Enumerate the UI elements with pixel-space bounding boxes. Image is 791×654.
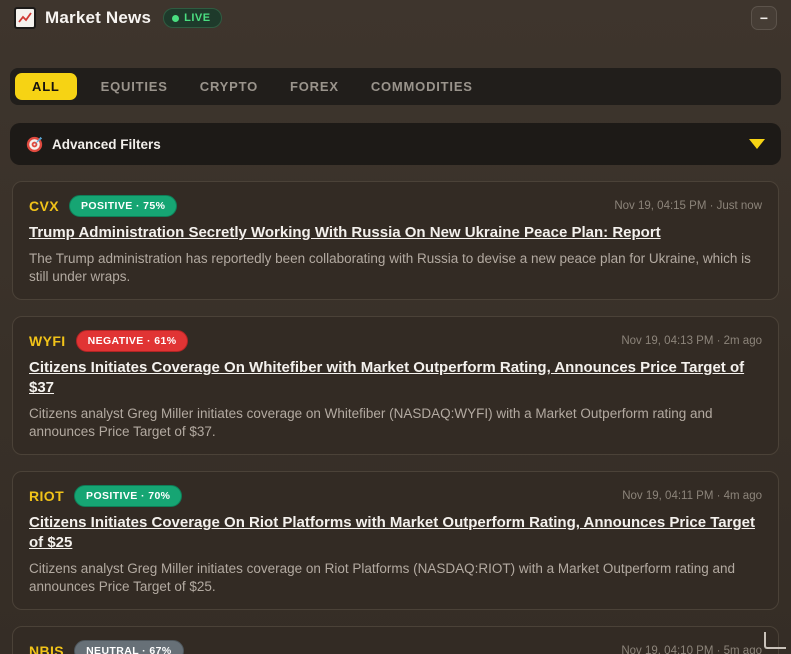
article-summary: Citizens analyst Greg Miller initiates c… [29,561,735,594]
chart-logo-icon [14,7,36,29]
timestamp: Nov 19, 04:13 PM · 2m ago [621,335,762,347]
timestamp: Nov 19, 04:15 PM · Just now [614,200,762,212]
article-summary: The Trump administration has reportedly … [29,251,751,284]
headline-link[interactable]: Citizens Initiates Coverage On Riot Plat… [29,513,762,553]
ticker-label: WYFI [29,333,66,349]
ticker-label: CVX [29,198,59,214]
news-card: WYFI NEGATIVE · 61% Nov 19, 04:13 PM · 2… [12,316,779,455]
tab-crypto[interactable]: CRYPTO [184,73,274,100]
minimize-button[interactable]: − [751,6,777,30]
ticker-label: NBIS [29,643,65,654]
advanced-filters-toggle[interactable]: Advanced Filters [10,123,781,165]
app-header: Market News LIVE − [0,0,791,36]
app-title: Market News [45,8,152,27]
sentiment-badge: POSITIVE · 70% [74,485,183,507]
chevron-down-icon[interactable] [749,139,765,149]
live-dot-icon [172,14,180,22]
tab-all[interactable]: ALL [15,73,77,100]
news-card: RIOT POSITIVE · 70% Nov 19, 04:11 PM · 4… [12,471,779,610]
tab-equities[interactable]: EQUITIES [85,73,184,100]
card-meta-row: NBIS NEUTRAL · 67% Nov 19, 04:10 PM · 5m… [29,640,762,654]
card-meta-row: CVX POSITIVE · 75% Nov 19, 04:15 PM · Ju… [29,195,762,217]
advanced-filters-label: Advanced Filters [52,136,161,152]
article-summary: Citizens analyst Greg Miller initiates c… [29,406,713,439]
news-card: CVX POSITIVE · 75% Nov 19, 04:15 PM · Ju… [12,181,779,300]
sentiment-badge: NEGATIVE · 61% [75,330,189,352]
live-badge: LIVE [163,8,222,28]
headline-link[interactable]: Citizens Initiates Coverage On Whitefibe… [29,358,762,398]
category-tabbar: ALL EQUITIES CRYPTO FOREX COMMODITIES [10,68,781,105]
news-card: NBIS NEUTRAL · 67% Nov 19, 04:10 PM · 5m… [12,626,779,654]
sentiment-badge: POSITIVE · 75% [69,195,178,217]
live-label: LIVE [184,12,211,24]
target-icon [26,136,43,152]
card-meta-row: WYFI NEGATIVE · 61% Nov 19, 04:13 PM · 2… [29,330,762,352]
card-meta-row: RIOT POSITIVE · 70% Nov 19, 04:11 PM · 4… [29,485,762,507]
timestamp: Nov 19, 04:10 PM · 5m ago [621,645,762,654]
ticker-label: RIOT [29,488,65,504]
resize-handle[interactable] [764,632,786,649]
news-feed: CVX POSITIVE · 75% Nov 19, 04:15 PM · Ju… [0,181,791,654]
tab-commodities[interactable]: COMMODITIES [355,73,489,100]
sentiment-badge: NEUTRAL · 67% [74,640,184,654]
timestamp: Nov 19, 04:11 PM · 4m ago [622,490,762,502]
tab-forex[interactable]: FOREX [274,73,355,100]
headline-link[interactable]: Trump Administration Secretly Working Wi… [29,223,762,243]
